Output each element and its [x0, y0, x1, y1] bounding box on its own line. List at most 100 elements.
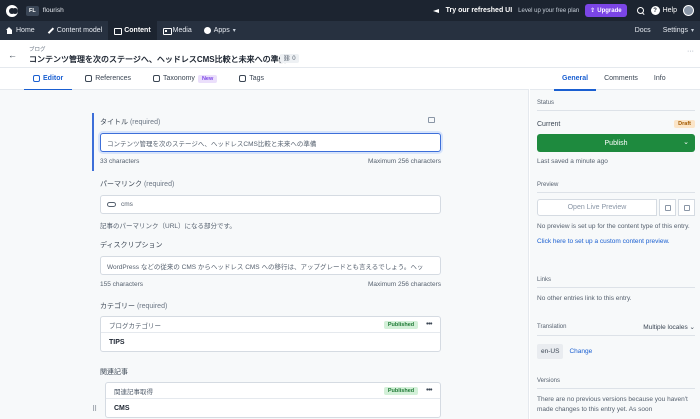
- drag-handle-icon[interactable]: ⠿: [92, 405, 97, 413]
- status-badge: Published: [383, 386, 419, 395]
- upgrade-button[interactable]: ⇪ Upgrade: [585, 4, 627, 17]
- home-icon: [6, 27, 13, 34]
- required-text: (required): [143, 181, 175, 188]
- new-badge: New: [197, 74, 218, 83]
- title-input[interactable]: コンテンツ管理を次のステージへ、ヘッドレスCMS比較と未来への準備: [100, 133, 441, 152]
- chevron-down-icon[interactable]: ⌄: [683, 138, 689, 146]
- external-link-icon[interactable]: [659, 199, 676, 216]
- versions-section: Versions There are no previous versions …: [537, 378, 695, 414]
- comment-icon[interactable]: [428, 117, 435, 123]
- ref-content-type: 関連記事取得: [114, 388, 153, 396]
- wrench-icon: [47, 27, 54, 34]
- tab-references[interactable]: References: [76, 68, 140, 90]
- breadcrumb[interactable]: ブログ: [29, 45, 46, 53]
- back-arrow-icon[interactable]: ←: [8, 50, 17, 60]
- nav-apps-label: Apps: [213, 27, 230, 34]
- link-icon: [107, 202, 116, 207]
- media-icon: [162, 27, 172, 35]
- field-related-label: 関連記事: [100, 369, 128, 376]
- ref-content-type: ブログカテゴリー: [109, 322, 161, 330]
- copy-icon[interactable]: [678, 199, 695, 216]
- more-options-icon[interactable]: ···: [687, 48, 694, 55]
- setup-preview-link[interactable]: Click here to set up a custom content pr…: [537, 238, 695, 245]
- try-refreshed-ui-link[interactable]: Try our refreshed UI: [446, 7, 513, 14]
- tab-taxonomy-label: Taxonomy: [163, 75, 195, 82]
- more-actions-icon[interactable]: •••: [426, 387, 432, 394]
- nav-content-model[interactable]: Content model: [41, 21, 109, 40]
- related-reference-card[interactable]: ⠿ 関連記事取得 Published ••• CMS: [92, 382, 441, 418]
- field-slug: パーマリンク (required) cms 記事のパーマリンク（URL）になる部…: [91, 179, 441, 230]
- status-badge: Draft: [674, 120, 695, 128]
- chevron-down-icon: ▾: [690, 28, 694, 34]
- nav-docs-label: Docs: [634, 27, 651, 34]
- megaphone-icon: [432, 8, 440, 14]
- versions-note: There are no previous versions because y…: [537, 396, 688, 413]
- nav-settings[interactable]: Settings ▾: [657, 21, 700, 40]
- translation-header: Translation Multiple locales ⌄: [537, 323, 695, 336]
- translation-mode-label: Multiple locales: [643, 324, 688, 331]
- field-category: カテゴリー (required) ブログカテゴリー Published ••• T…: [91, 301, 441, 352]
- link-count-badge: ⛓ 0: [280, 54, 299, 63]
- nav-apps[interactable]: Apps ▾: [198, 21, 242, 40]
- ref-card-header: ブログカテゴリー Published •••: [101, 317, 440, 333]
- slug-value: cms: [121, 201, 133, 208]
- open-live-preview-button[interactable]: Open Live Preview: [537, 199, 657, 216]
- nav-content-model-label: Content model: [56, 27, 103, 34]
- category-reference-card[interactable]: ブログカテゴリー Published ••• TIPS: [100, 316, 441, 352]
- tab-tags[interactable]: Tags: [230, 68, 273, 90]
- char-max: Maximum 256 characters: [368, 281, 441, 288]
- description-input[interactable]: WordPress などの従来の CMS からヘッドレス CMS への移行は、ア…: [100, 256, 441, 275]
- locale-chip: en-US: [537, 344, 564, 359]
- publish-button[interactable]: Publish ⌄: [537, 134, 695, 152]
- nav-media-label: Media: [172, 27, 192, 34]
- field-slug-label: パーマリンク: [100, 181, 142, 188]
- translation-mode-select[interactable]: Multiple locales ⌄: [643, 323, 695, 331]
- contentful-logo-icon[interactable]: [6, 4, 18, 17]
- more-actions-icon[interactable]: •••: [426, 321, 432, 328]
- slug-input[interactable]: cms: [100, 195, 441, 214]
- link-count-value: 0: [292, 56, 296, 62]
- chevron-down-icon: ▾: [232, 28, 236, 34]
- references-icon: [85, 75, 93, 82]
- change-locale-link[interactable]: Change: [569, 348, 592, 355]
- tab-taxonomy[interactable]: Taxonomy New: [144, 68, 226, 90]
- locale-row: en-US Change: [537, 344, 695, 359]
- search-icon[interactable]: [636, 6, 645, 15]
- space-switcher[interactable]: FL flourish: [26, 5, 64, 16]
- tab-comments[interactable]: Comments: [596, 68, 646, 90]
- ref-entry-title[interactable]: TIPS: [101, 333, 440, 351]
- translation-section: Translation Multiple locales ⌄ en-US Cha…: [537, 323, 695, 359]
- nav-content[interactable]: Content: [108, 21, 157, 40]
- editor-tabs: Editor References Taxonomy New Tags: [0, 68, 529, 91]
- tab-references-label: References: [95, 75, 132, 82]
- ref-entry-title[interactable]: CMS: [106, 399, 440, 417]
- slug-help-text: 記事のパーマリンク（URL）になる部分です。: [100, 223, 236, 230]
- tab-tags-label: Tags: [249, 75, 265, 82]
- field-title-label: タイトル: [100, 119, 128, 126]
- tab-general[interactable]: General: [554, 68, 597, 91]
- entry-header: ← ブログ コンテンツ管理を次のステージへ、ヘッドレスCMS比較と未来への準備 …: [0, 40, 700, 68]
- avatar[interactable]: [683, 5, 694, 16]
- nav-docs[interactable]: Docs: [629, 21, 657, 40]
- section-title: Versions: [537, 378, 695, 389]
- field-label: タイトル (required): [91, 117, 441, 127]
- upgrade-label: Upgrade: [597, 7, 622, 14]
- apps-icon: [203, 27, 211, 34]
- tab-editor[interactable]: Editor: [24, 68, 73, 91]
- char-max: Maximum 256 characters: [368, 158, 441, 165]
- last-saved-text: Last saved a minute ago: [537, 158, 608, 165]
- help-button[interactable]: ? Help: [650, 6, 677, 15]
- tab-info[interactable]: Info: [646, 68, 674, 90]
- current-status-row: Current Draft: [537, 120, 695, 128]
- sidebar-tabs: General Comments Info: [530, 68, 700, 91]
- ref-card-header: 関連記事取得 Published •••: [106, 383, 440, 399]
- links-section: Links No other entries link to this entr…: [537, 277, 695, 304]
- preview-note: No preview is set up for the content typ…: [537, 223, 690, 230]
- top-bar: FL flourish Try our refreshed UI Level u…: [0, 0, 700, 21]
- field-label: パーマリンク (required): [100, 179, 441, 189]
- nav-media[interactable]: Media: [157, 21, 198, 40]
- space-badge: FL: [26, 5, 39, 16]
- nav-home[interactable]: Home: [0, 21, 41, 40]
- space-name: flourish: [42, 7, 64, 14]
- field-label: カテゴリー (required): [100, 301, 441, 311]
